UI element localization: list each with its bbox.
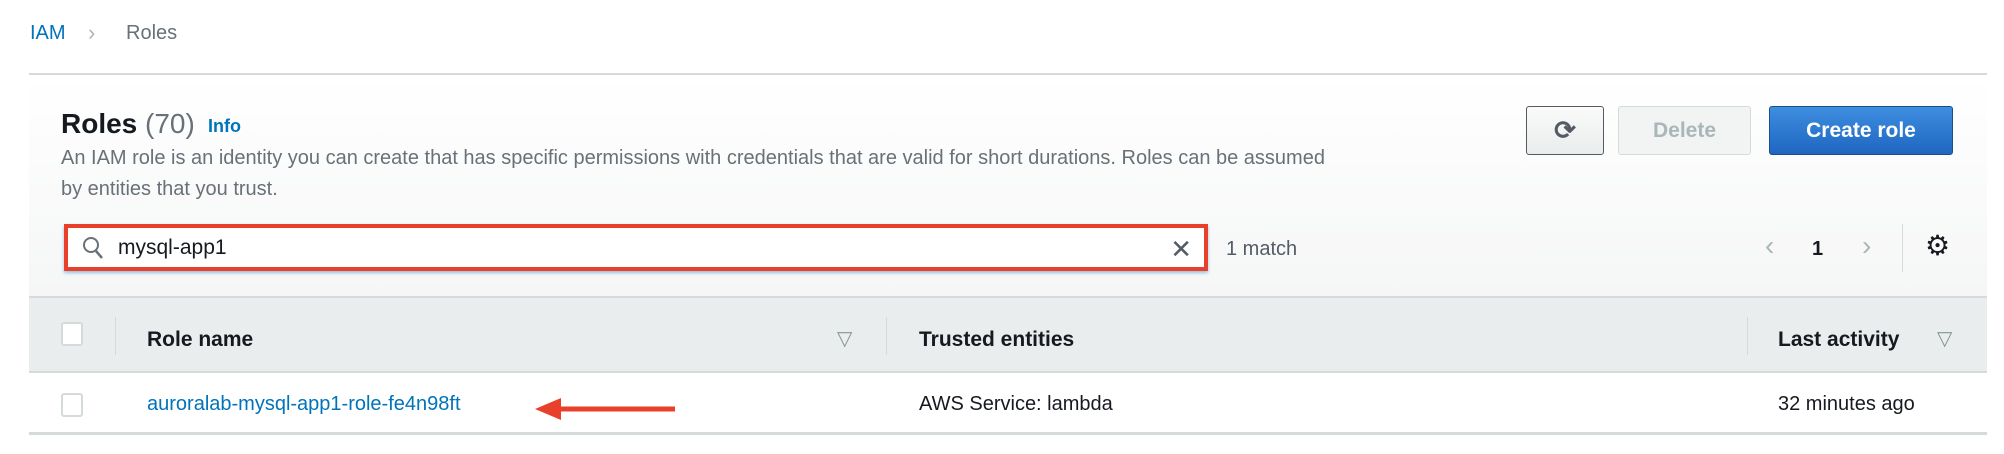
role-name-link[interactable]: auroralab-mysql-app1-role-fe4n98ft (147, 393, 461, 416)
breadcrumb-iam-link[interactable]: IAM (30, 22, 66, 45)
column-header-role-name[interactable]: Role name (147, 328, 253, 352)
page-title: Roles (70) (61, 108, 195, 140)
column-header-last-activity[interactable]: Last activity (1778, 328, 1899, 352)
next-page-button[interactable]: › (1862, 230, 1871, 262)
gear-icon[interactable]: ⚙ (1925, 232, 1950, 260)
description: An IAM role is an identity you can creat… (61, 147, 1325, 200)
annotation-arrow-icon (535, 398, 675, 420)
search-field[interactable]: ✕ (64, 224, 1208, 271)
info-link[interactable]: Info (208, 116, 241, 137)
title-text: Roles (61, 108, 138, 139)
refresh-button[interactable]: ⟳ (1526, 106, 1604, 155)
refresh-icon: ⟳ (1554, 115, 1576, 145)
sort-icon[interactable]: ▽ (837, 326, 852, 351)
sort-icon[interactable]: ▽ (1937, 326, 1952, 351)
search-input[interactable] (118, 236, 1018, 260)
current-page[interactable]: 1 (1812, 238, 1823, 261)
match-count: 1 match (1226, 238, 1298, 260)
table-row: auroralab-mysql-app1-role-fe4n98ft AWS S… (29, 373, 1987, 435)
column-divider (1747, 317, 1748, 355)
create-role-button[interactable]: Create role (1769, 106, 1953, 155)
breadcrumb-current: Roles (126, 22, 178, 44)
trusted-entities-cell: AWS Service: lambda (919, 393, 1113, 415)
select-all-checkbox[interactable] (61, 322, 83, 346)
breadcrumb-separator-icon: › (88, 20, 96, 45)
column-divider (886, 317, 887, 355)
divider (1902, 224, 1903, 272)
table-header: Role name ▽ Trusted entities Last activi… (29, 296, 1987, 373)
previous-page-button[interactable]: ‹ (1765, 230, 1774, 262)
column-divider (115, 317, 116, 355)
row-checkbox[interactable] (61, 393, 83, 417)
search-icon (83, 237, 103, 259)
delete-button[interactable]: Delete (1618, 106, 1751, 155)
clear-search-icon[interactable]: ✕ (1170, 234, 1192, 265)
role-count: (70) (145, 108, 195, 139)
column-header-trusted-entities[interactable]: Trusted entities (919, 328, 1074, 352)
last-activity-cell: 32 minutes ago (1778, 393, 1915, 415)
